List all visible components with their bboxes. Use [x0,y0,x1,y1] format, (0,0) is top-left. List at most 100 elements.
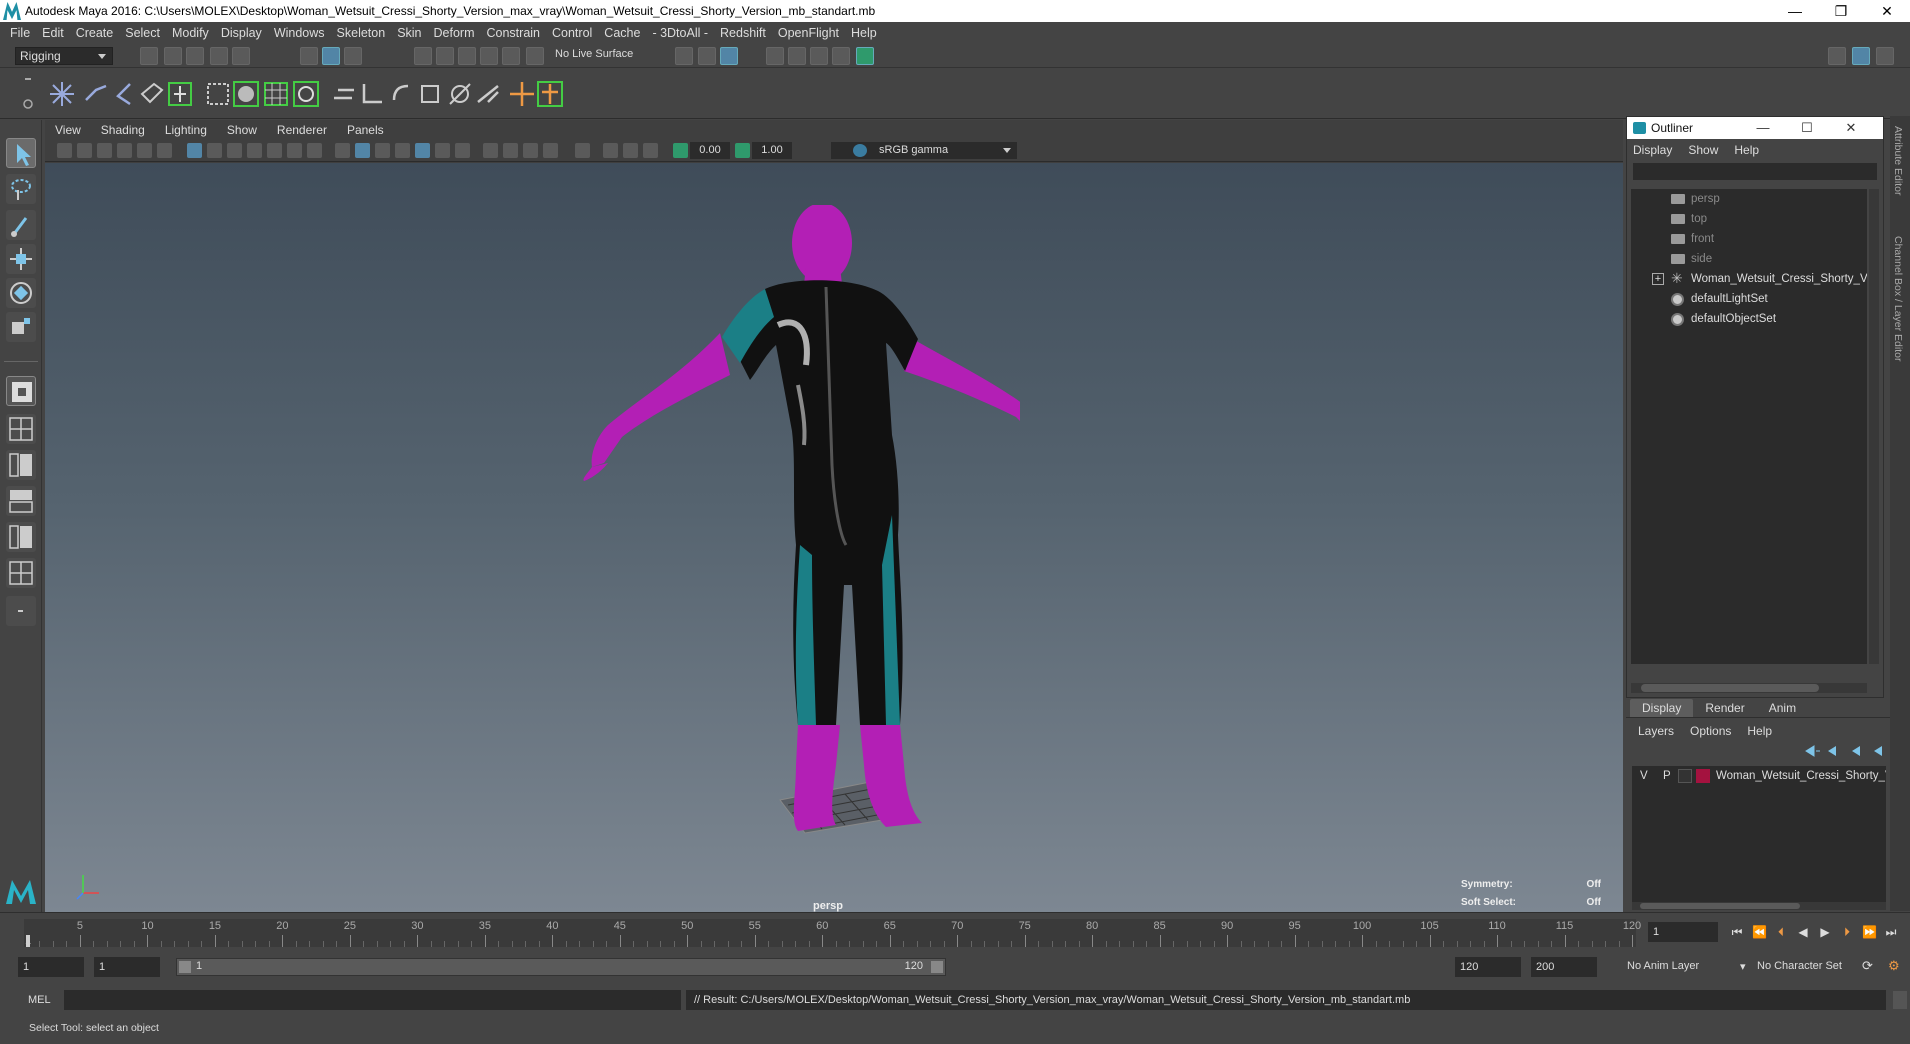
expand-icon[interactable]: + [1652,273,1664,285]
ik-fk-icon[interactable] [536,80,564,108]
bookmark-icon[interactable] [97,143,112,158]
outliner-horizontal-scrollbar[interactable] [1631,683,1867,693]
range-start-handle[interactable] [179,961,191,973]
minimize-button[interactable]: — [1772,3,1818,20]
scale-tool-icon[interactable] [6,312,36,342]
panel-menu-view[interactable]: View [55,123,81,137]
step-forward-key-icon[interactable]: ⏵ [1840,926,1854,938]
go-to-start-icon[interactable]: ⏮ [1730,926,1744,938]
depth-of-field-icon[interactable] [543,143,558,158]
constraint-orient-icon[interactable] [416,80,444,108]
channel-box-tab[interactable]: Channel Box / Layer Editor [1892,236,1904,362]
tab-anim[interactable]: Anim [1757,699,1808,717]
select-hierarchy-icon[interactable] [300,47,318,65]
script-language-toggle[interactable]: MEL [28,994,51,1006]
constraint-aim-icon[interactable] [388,80,416,108]
outliner-close-button[interactable]: ✕ [1829,120,1873,136]
shelf-options-icon[interactable] [22,76,34,112]
outliner-menu-display[interactable]: Display [1633,143,1672,157]
menu-help[interactable]: Help [851,26,877,40]
menu-file[interactable]: File [10,26,30,40]
four-view-layout-icon[interactable] [6,414,36,444]
go-to-end-icon[interactable]: ⏭ [1884,926,1898,938]
rotate-tool-icon[interactable] [6,278,36,308]
snap-grid-icon[interactable] [414,47,432,65]
anim-layer-dropdown[interactable]: No Anim Layer [1627,960,1699,972]
use-all-lights-icon[interactable] [435,143,450,158]
default-material-icon[interactable] [375,143,390,158]
layer-visibility-toggle[interactable]: V [1640,766,1648,786]
ipr-render-icon[interactable] [720,47,738,65]
snap-live-icon[interactable] [502,47,520,65]
redo-icon[interactable] [232,47,250,65]
textured-icon[interactable] [415,143,430,158]
camera-attributes-icon[interactable] [77,143,92,158]
render-settings-icon[interactable] [766,47,784,65]
menu-skin[interactable]: Skin [397,26,421,40]
hypershade-layout-icon[interactable] [6,522,36,552]
film-gate-icon[interactable] [207,143,222,158]
outliner-menu-show[interactable]: Show [1688,143,1718,157]
layer-menu-help[interactable]: Help [1747,724,1772,738]
resolution-gate-icon[interactable] [227,143,242,158]
layer-color-swatch[interactable] [1696,769,1710,783]
menu-modify[interactable]: Modify [172,26,209,40]
menu-cache[interactable]: Cache [604,26,640,40]
wireframe-icon[interactable] [335,143,350,158]
auto-key-icon[interactable]: ⟳ [1862,958,1873,974]
screen-space-ao-icon[interactable] [483,143,498,158]
outliner-vertical-scrollbar[interactable] [1869,189,1879,664]
color-space-dropdown[interactable]: sRGB gamma [831,142,1017,159]
select-tool-icon[interactable] [6,138,36,168]
layout-icon-1[interactable] [1828,47,1846,65]
grease-pencil-icon[interactable] [157,143,172,158]
play-forwards-icon[interactable]: ▶ [1818,926,1832,938]
outliner-item-persp[interactable]: persp [1631,189,1867,209]
close-button[interactable]: ✕ [1864,3,1910,20]
step-back-key-icon[interactable]: ⏴ [1774,926,1788,938]
constraint-pole-icon[interactable] [474,80,502,108]
layout-icon-2[interactable] [1852,47,1870,65]
outliner-item-woman-wetsuit[interactable]: + ✳ Woman_Wetsuit_Cressi_Shorty_Ver [1631,269,1867,289]
playback-end-field[interactable]: 120 [1455,957,1521,977]
orient-joint-icon[interactable] [166,80,194,108]
gate-mask-icon[interactable] [247,143,262,158]
outliner-item-side[interactable]: side [1631,249,1867,269]
magnet-icon[interactable] [526,47,544,65]
isolate-select-icon[interactable] [575,143,590,158]
move-tool-icon[interactable] [6,244,36,274]
xray-joints-icon[interactable] [623,143,638,158]
layout-icon-3[interactable] [1876,47,1894,65]
toolbox-collapse-button[interactable] [6,596,36,626]
outliner-item-default-object-set[interactable]: defaultObjectSet [1631,309,1867,329]
smooth-shade-icon[interactable] [355,143,370,158]
2d-pan-zoom-icon[interactable] [137,143,152,158]
menu-windows[interactable]: Windows [274,26,325,40]
redshift-ipr-icon[interactable] [856,47,874,65]
image-plane-icon[interactable] [117,143,132,158]
open-scene-icon[interactable] [164,47,182,65]
scrollbar-thumb[interactable] [1640,903,1800,909]
xray-icon[interactable] [603,143,618,158]
constraint-parent-icon[interactable] [446,80,474,108]
outliner-item-default-light-set[interactable]: defaultLightSet [1631,289,1867,309]
timeline-track[interactable]: 5 10 15 20 25 30 35 40 45 50 55 60 65 70 75 80 85 90 95 100… [24,919,1641,947]
live-surface-label[interactable]: No Live Surface [555,48,633,60]
new-scene-icon[interactable] [140,47,158,65]
render-view-icon[interactable] [675,47,693,65]
tab-render[interactable]: Render [1693,699,1756,717]
menu-display[interactable]: Display [221,26,262,40]
current-frame-field[interactable]: 1 [1648,922,1718,942]
render-frame-icon[interactable] [698,47,716,65]
outliner-search-field[interactable] [1633,163,1877,180]
field-chart-icon[interactable] [267,143,282,158]
animation-end-field[interactable]: 200 [1531,957,1597,977]
exposure-icon[interactable] [673,143,688,158]
mirror-joint-icon[interactable] [138,80,166,108]
outliner-item-front[interactable]: front [1631,229,1867,249]
outliner-menu-help[interactable]: Help [1734,143,1759,157]
persp-outliner-layout-icon[interactable] [6,450,36,480]
menu-redshift[interactable]: Redshift [720,26,766,40]
single-perspective-layout-icon[interactable] [6,376,36,406]
restore-button[interactable]: ❐ [1818,3,1864,20]
